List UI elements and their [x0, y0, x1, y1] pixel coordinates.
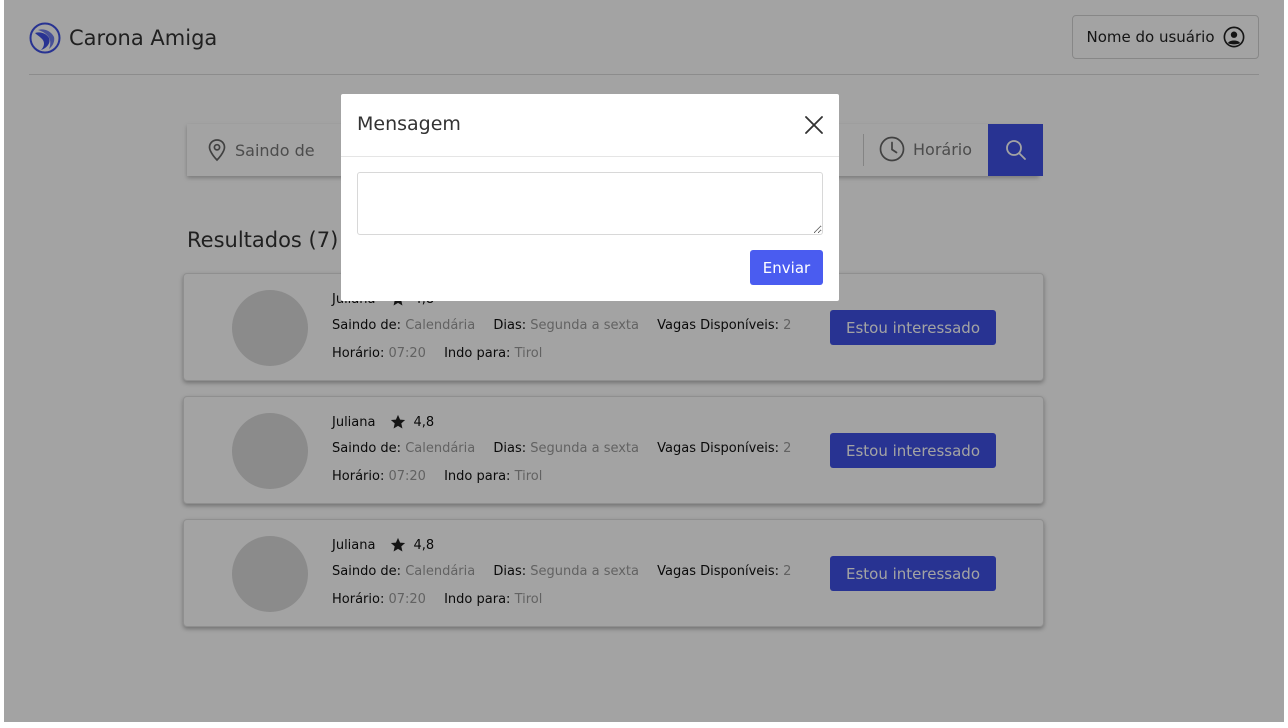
modal-title: Mensagem: [357, 113, 461, 135]
app: Carona Amiga Nome do usuário Saindo de H…: [4, 0, 1284, 722]
message-modal: Mensagem Enviar: [341, 94, 839, 301]
send-button[interactable]: Enviar: [750, 250, 823, 285]
message-textarea[interactable]: [357, 172, 823, 235]
close-icon[interactable]: [803, 114, 825, 136]
modal-header: Mensagem: [341, 94, 839, 157]
